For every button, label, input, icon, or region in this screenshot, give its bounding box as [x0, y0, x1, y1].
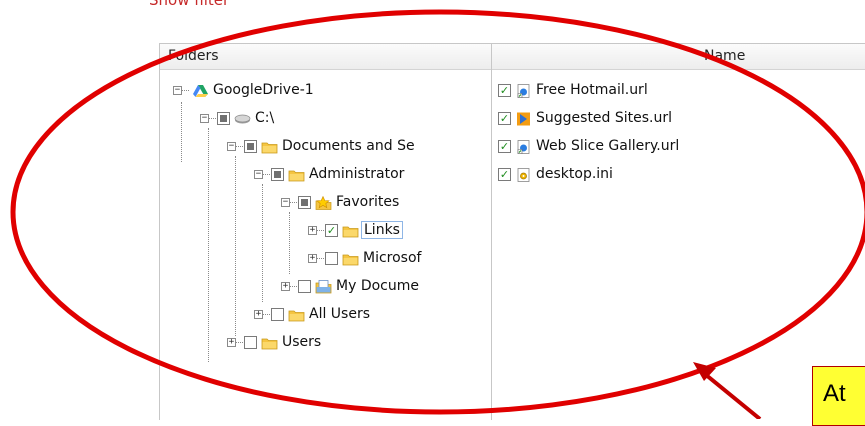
annotation-overlay [10, 9, 865, 419]
highlight-ellipse [10, 9, 865, 415]
callout-box: At [812, 366, 865, 426]
callout-text: At [823, 380, 846, 407]
annotation-arrow-shaft [698, 368, 762, 419]
